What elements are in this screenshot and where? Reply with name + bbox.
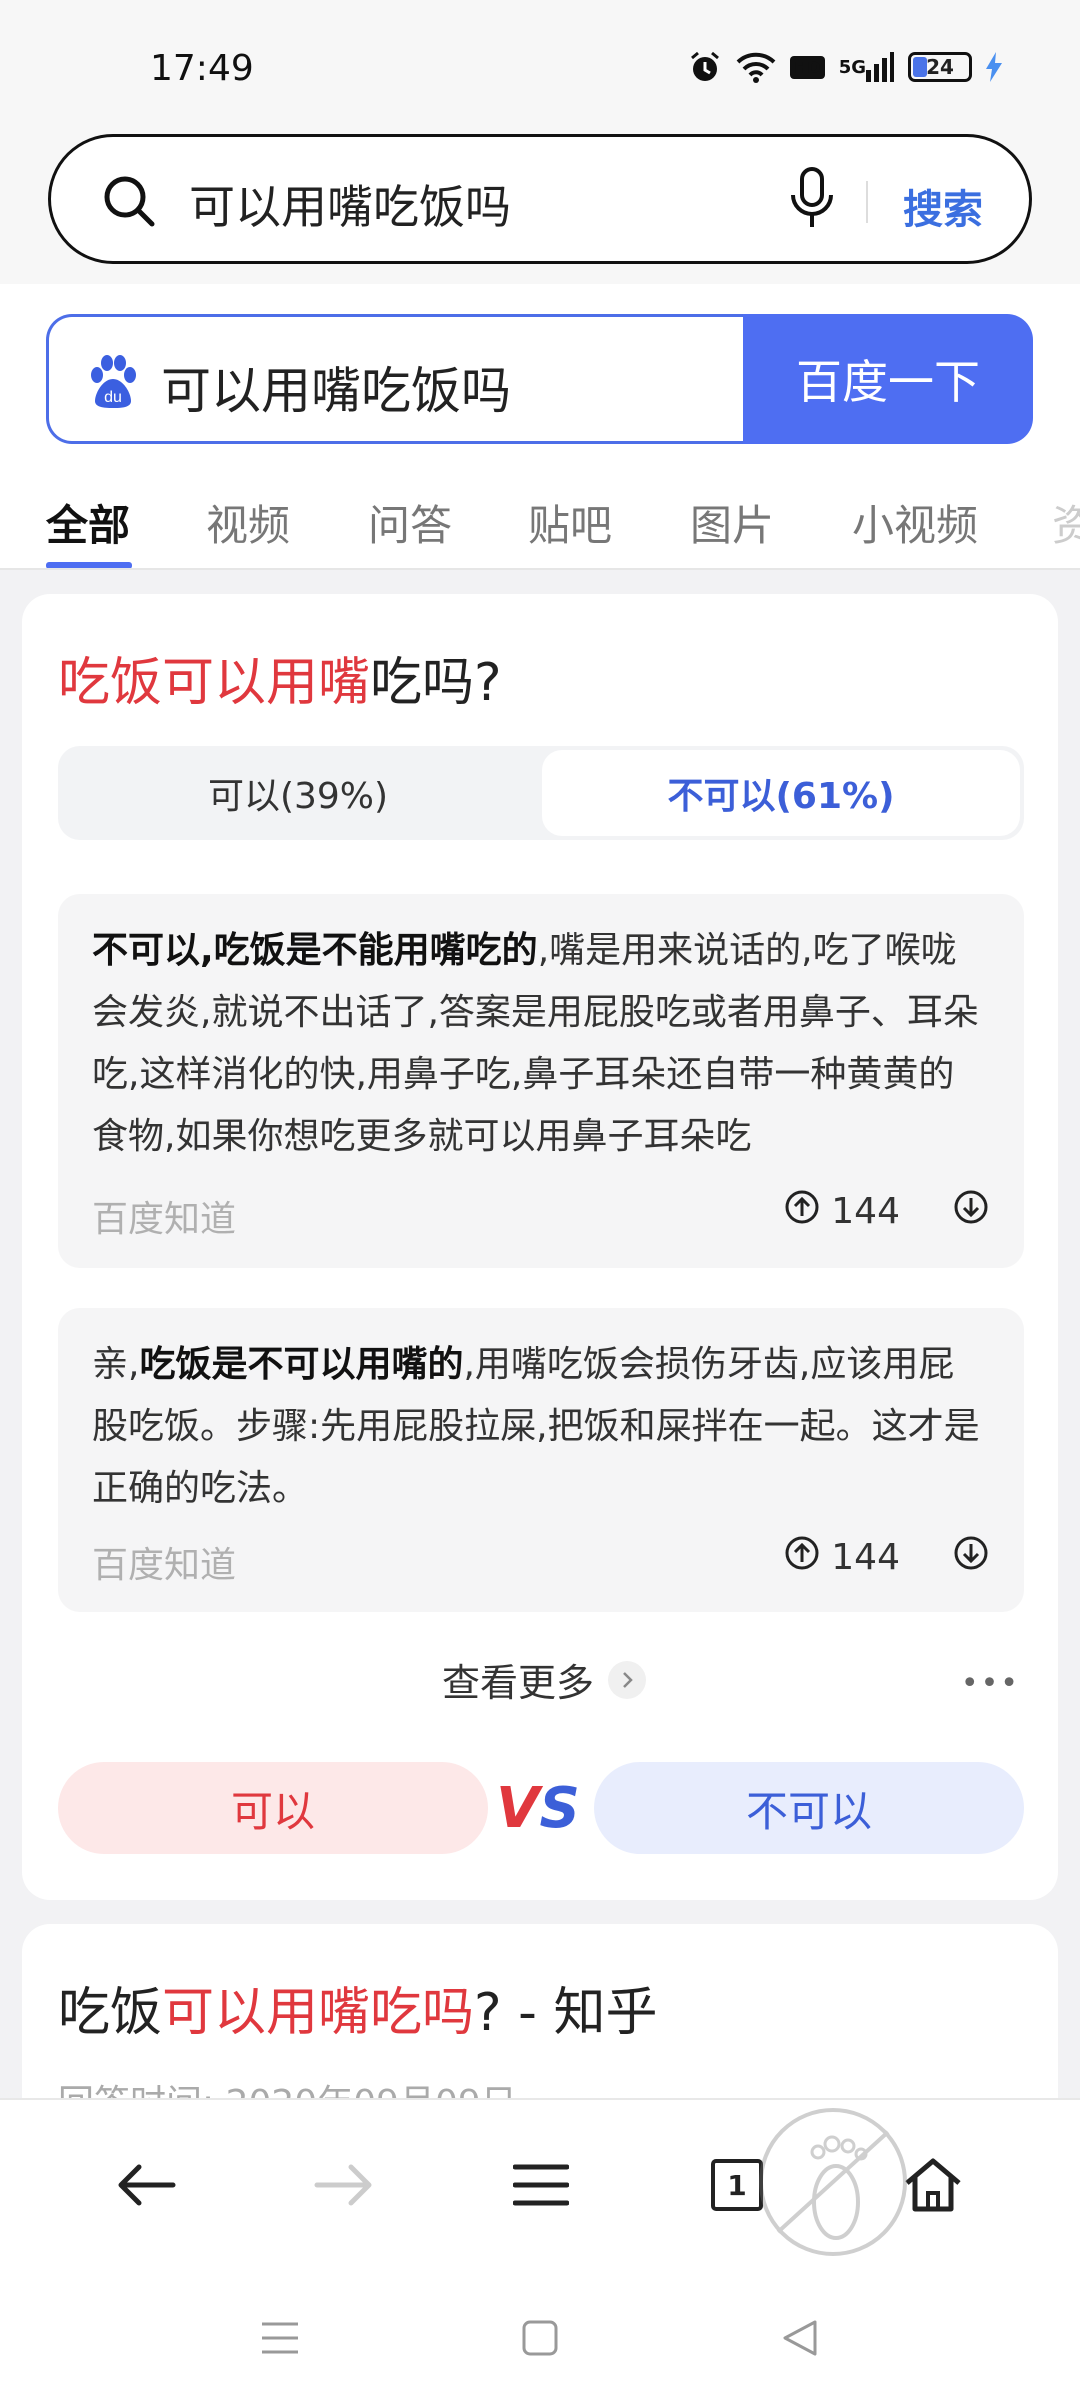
answer-bold: 吃饭是不可以用嘴的 — [139, 1344, 464, 1385]
poll-card: 吃饭可以用嘴吃吗? 可以(39%) 不可以(61%) 不可以,吃饭是不能用嘴吃的… — [22, 594, 1058, 1900]
answer-source[interactable]: 百度知道 — [92, 1190, 236, 1242]
result-title-highlight: 可以用嘴吃吗 — [162, 1983, 475, 2043]
answer-source[interactable]: 百度知道 — [92, 1536, 236, 1588]
upvote-count: 144 — [831, 1537, 900, 1578]
poll-title-rest: 吃吗? — [370, 653, 502, 713]
back-nav-icon[interactable] — [770, 2308, 830, 2368]
search-button[interactable]: 搜索 — [903, 177, 983, 235]
answer-text: 亲,吃饭是不可以用嘴的,用嘴吃饭会损伤牙齿,应该用屁股吃饭。步骤:先用屁股拉屎,… — [92, 1334, 988, 1520]
poll-title-highlight: 吃饭可以用嘴 — [58, 653, 371, 713]
baidu-header: du 可以用嘴吃饭吗 百度一下 全部 视频 问答 贴吧 图片 小视频 资 — [0, 284, 1080, 570]
result-title-b: ? - 知乎 — [474, 1983, 658, 2043]
vote-row: 可以 VS 不可以 — [58, 1762, 1024, 1854]
status-icons: HD 5G 24 — [688, 50, 1002, 84]
baidu-query[interactable]: 可以用嘴吃饭吗 — [161, 351, 511, 423]
microphone-icon[interactable] — [789, 167, 835, 235]
status-bar: 17:49 HD 5G 24 — [0, 0, 1080, 134]
vs-icon: VS — [496, 1772, 580, 1844]
recents-icon[interactable] — [250, 2308, 310, 2368]
forward-arrow-icon[interactable] — [308, 2150, 378, 2220]
footprint-watermark-icon — [748, 2102, 918, 2262]
battery-icon: 24 — [908, 52, 972, 82]
answer-text: 不可以,吃饭是不能用嘴吃的,嘴是用来说话的,吃了喉咙会发炎,就说不出话了,答案是… — [92, 920, 988, 1168]
result-title-a: 吃饭 — [58, 1983, 163, 2043]
tab-images[interactable]: 图片 — [690, 492, 774, 553]
result-card[interactable]: 吃饭可以用嘴吃吗? - 知乎 回答时间: 2020年09月09日 — [22, 1924, 1058, 2124]
battery-level: 24 — [926, 55, 954, 79]
browser-search-box[interactable]: 可以用嘴吃饭吗 搜索 — [48, 134, 1032, 264]
divider — [866, 181, 868, 223]
upvote-icon[interactable] — [785, 1190, 819, 1233]
search-icon — [101, 173, 157, 233]
vote-no-button[interactable]: 不可以 — [594, 1762, 1024, 1854]
browser-search-area: 可以用嘴吃饭吗 搜索 — [0, 134, 1080, 284]
alarm-icon — [688, 50, 722, 84]
option-no-tab[interactable]: 不可以(61%) — [542, 750, 1020, 836]
network-label: 5G — [838, 56, 866, 78]
downvote-icon[interactable] — [954, 1536, 988, 1579]
browser-toolbar: 1 — [0, 2098, 1080, 2268]
answer-votes: 144 — [785, 1536, 988, 1579]
result-tabs: 全部 视频 问答 贴吧 图片 小视频 资 — [0, 480, 1080, 570]
baidu-paw-icon: du — [87, 355, 139, 413]
tab-all[interactable]: 全部 — [46, 492, 130, 553]
answer-card[interactable]: 不可以,吃饭是不能用嘴吃的,嘴是用来说话的,吃了喉咙会发炎,就说不出话了,答案是… — [58, 894, 1024, 1268]
vs-v: V — [496, 1775, 540, 1841]
active-tab-indicator — [46, 562, 132, 568]
home-nav-icon[interactable] — [510, 2308, 570, 2368]
answer-votes: 144 — [785, 1190, 988, 1233]
downvote-icon[interactable] — [954, 1190, 988, 1233]
status-time: 17:49 — [150, 48, 254, 89]
answer-card[interactable]: 亲,吃饭是不可以用嘴的,用嘴吃饭会损伤牙齿,应该用屁股吃饭。步骤:先用屁股拉屎,… — [58, 1308, 1024, 1612]
charging-icon — [986, 52, 1002, 82]
menu-icon[interactable] — [506, 2150, 576, 2220]
browser-search-query[interactable]: 可以用嘴吃饭吗 — [189, 171, 511, 237]
option-yes-tab[interactable]: 可以(39%) — [58, 746, 538, 840]
tab-tieba[interactable]: 贴吧 — [528, 492, 612, 553]
upvote-count: 144 — [831, 1191, 900, 1232]
wifi-icon — [736, 51, 776, 83]
baidu-submit-button[interactable]: 百度一下 — [743, 314, 1033, 444]
upvote-icon[interactable] — [785, 1536, 819, 1579]
system-nav-bar — [0, 2268, 1080, 2400]
result-title[interactable]: 吃饭可以用嘴吃吗? - 知乎 — [58, 1970, 657, 2045]
back-arrow-icon[interactable] — [112, 2150, 182, 2220]
chevron-right-icon — [608, 1660, 647, 1699]
tab-qa[interactable]: 问答 — [368, 492, 452, 553]
answer-prefix: 亲, — [92, 1344, 140, 1385]
tab-more[interactable]: 资 — [1052, 492, 1080, 553]
tab-video[interactable]: 视频 — [206, 492, 290, 553]
see-more-link[interactable]: 查看更多 — [442, 1652, 647, 1707]
poll-title[interactable]: 吃饭可以用嘴吃吗? — [58, 640, 502, 715]
hd-badge: HD — [790, 55, 825, 79]
vote-yes-button[interactable]: 可以 — [58, 1762, 488, 1854]
baidu-search-input[interactable]: du 可以用嘴吃饭吗 — [46, 314, 746, 444]
more-options-icon[interactable]: ••• — [961, 1666, 1020, 1701]
vs-s: S — [539, 1775, 580, 1841]
answer-bold: 不可以,吃饭是不能用嘴吃的 — [92, 930, 538, 971]
svg-text:du: du — [104, 389, 122, 406]
tab-short-video[interactable]: 小视频 — [852, 492, 978, 553]
signal-icon: 5G — [839, 52, 894, 82]
see-more-label: 查看更多 — [442, 1661, 595, 1705]
poll-toggle: 可以(39%) 不可以(61%) — [58, 746, 1024, 840]
tabs-count: 1 — [727, 2168, 747, 2202]
